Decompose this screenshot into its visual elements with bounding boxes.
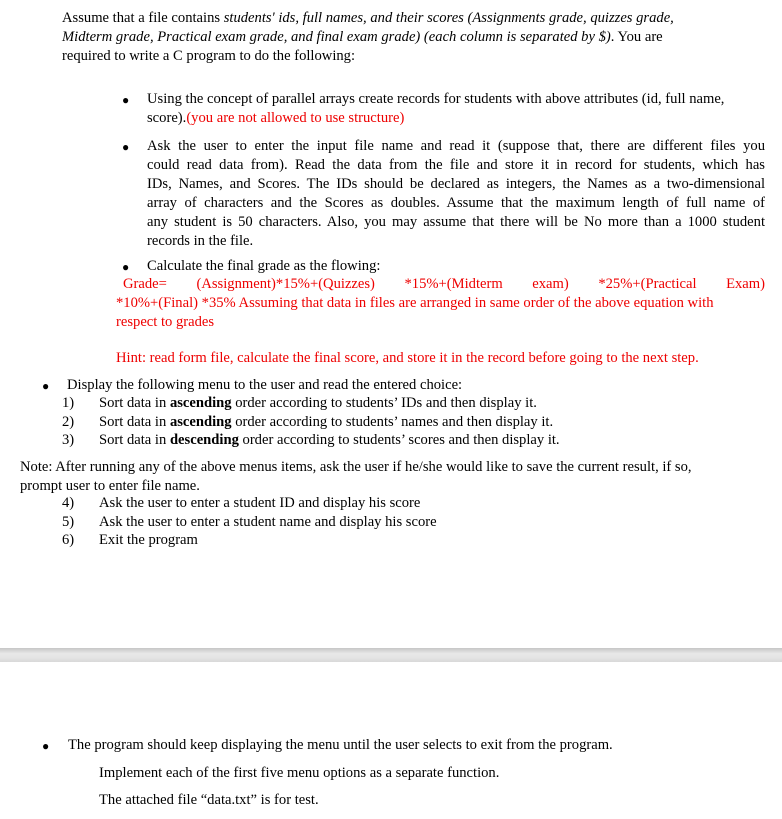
- menu-item-4: Ask the user to enter a student ID and d…: [99, 495, 421, 511]
- menu-item-6: Exit the program: [99, 532, 198, 548]
- bullet-icon: ●: [122, 93, 130, 107]
- intro-text: Assume that a file contains: [62, 10, 224, 26]
- bullet-2-line-4: array of characters and the Scores as do…: [147, 195, 765, 211]
- bullet-1-line-2: score).(you are not allowed to use struc…: [147, 109, 404, 128]
- note-line-1: Note: After running any of the above men…: [20, 459, 692, 475]
- menu-item-number: 2): [62, 414, 75, 430]
- bullet-2-line-2: could read data from). Read the data fro…: [147, 157, 765, 173]
- menu-item-number: 5): [62, 514, 75, 530]
- bullet-2-line-3: IDs, Names, and Scores. The IDs should b…: [147, 176, 765, 192]
- hint-text: Hint: read form file, calculate the fina…: [116, 350, 699, 366]
- bullet-3-line-1: Calculate the final grade as the flowing…: [147, 258, 381, 274]
- bullet-icon: ●: [42, 379, 50, 393]
- menu-item-number: 6): [62, 532, 75, 548]
- grade-formula-line-2: *10%+(Final) *35% Assuming that data in …: [116, 295, 714, 311]
- menu-item-number: 3): [62, 432, 75, 448]
- bullet-2-line-1: Ask the user to enter the input file nam…: [147, 138, 765, 154]
- menu-item-text: order according to students’ IDs and the…: [231, 395, 537, 411]
- grade-formula-line-1: Grade= (Assignment)*15%+(Quizzes) *15%+(…: [123, 276, 765, 292]
- bullet-2-line-5: any student is 50 characters. Also, you …: [147, 214, 765, 230]
- page2-line-3: The attached file “data.txt” is for test…: [99, 792, 319, 808]
- bullet-1-text: score).: [147, 110, 187, 126]
- menu-item-bold: ascending: [169, 395, 232, 411]
- menu-item-text: order according to students’ scores and …: [238, 432, 560, 448]
- menu-item-text: order according to students’ names and t…: [231, 414, 554, 430]
- page2-bullet: The program should keep displaying the m…: [68, 737, 613, 753]
- page2-line-2: Implement each of the first five menu op…: [99, 765, 500, 781]
- menu-item-bold: ascending: [169, 414, 232, 430]
- menu-item-2: Sort data in ascending order according t…: [99, 413, 553, 432]
- menu-item-5: Ask the user to enter a student name and…: [99, 514, 437, 530]
- page-separator: [0, 648, 782, 662]
- menu-item-text: Sort data in: [99, 432, 170, 448]
- intro-line-2: Midterm grade, Practical exam grade, and…: [62, 28, 663, 47]
- bullet-icon: ●: [122, 140, 130, 154]
- bullet-1-line-1: Using the concept of parallel arrays cre…: [147, 91, 725, 107]
- intro-line-3: required to write a C program to do the …: [62, 48, 356, 64]
- intro-text: . You are: [610, 29, 663, 45]
- intro-line-1: Assume that a file contains students' id…: [62, 9, 674, 28]
- bullet-2-line-6: records in the file.: [147, 233, 254, 249]
- menu-item-bold: descending: [169, 432, 239, 448]
- menu-intro: Display the following menu to the user a…: [67, 377, 463, 393]
- menu-item-number: 4): [62, 495, 75, 511]
- menu-item-1: Sort data in ascending order according t…: [99, 394, 537, 413]
- bullet-icon: ●: [42, 739, 50, 753]
- menu-item-3: Sort data in descending order according …: [99, 431, 560, 450]
- intro-italic-text: students' ids, full names, and their sco…: [223, 10, 674, 26]
- menu-item-text: Sort data in: [99, 414, 170, 430]
- menu-item-number: 1): [62, 395, 75, 411]
- grade-formula-line-3: respect to grades: [116, 314, 215, 330]
- intro-italic-text: Midterm grade, Practical exam grade, and…: [62, 29, 611, 45]
- structure-warning: (you are not allowed to use structure): [186, 110, 405, 126]
- menu-item-text: Sort data in: [99, 395, 170, 411]
